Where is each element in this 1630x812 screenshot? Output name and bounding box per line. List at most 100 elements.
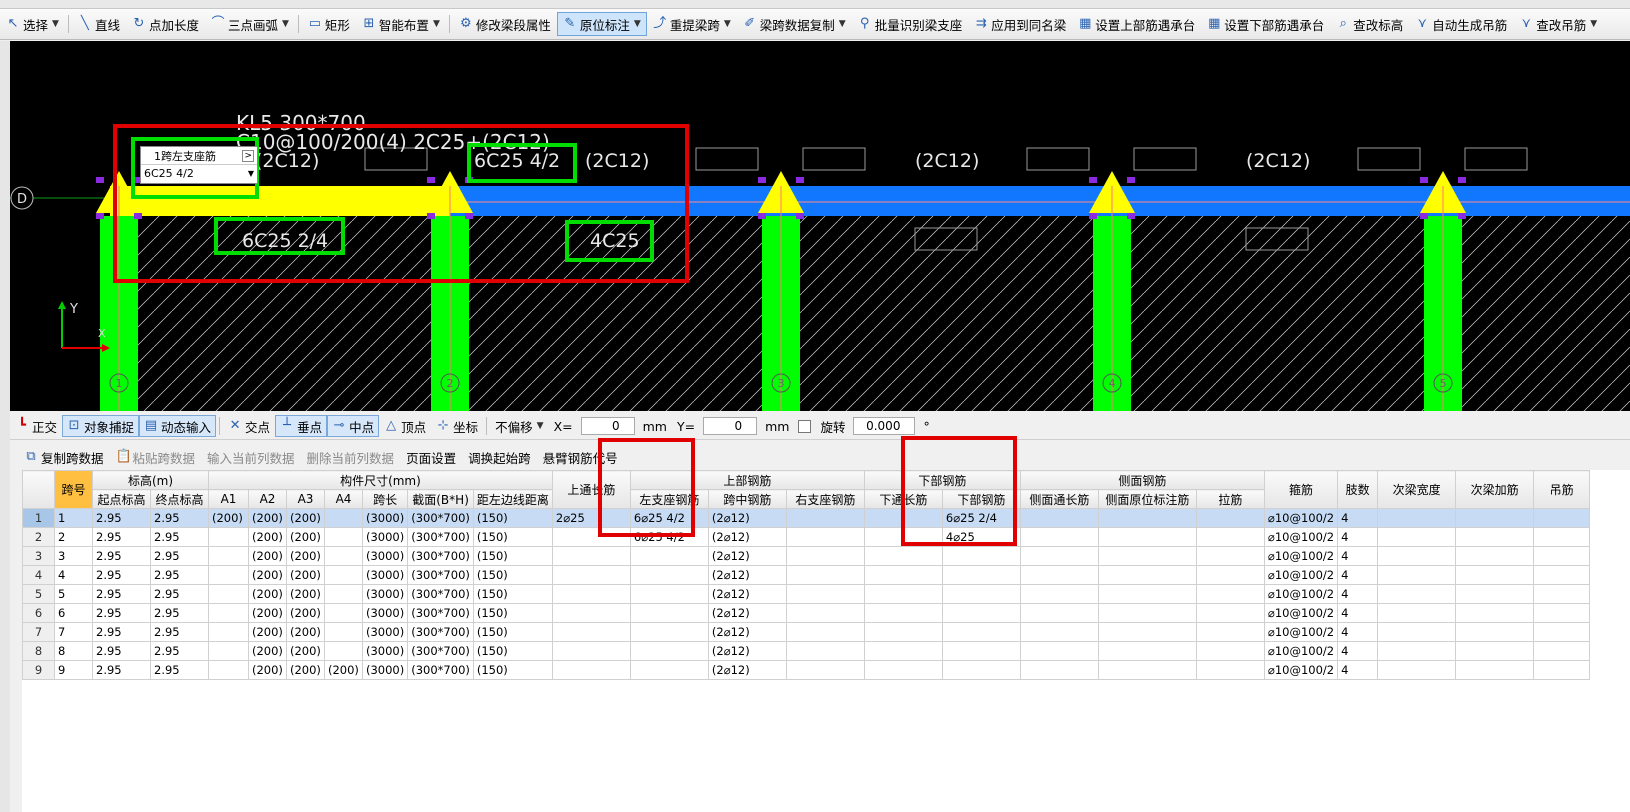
- col-top-through[interactable]: 上通长筋: [551, 470, 631, 509]
- drawing-canvas[interactable]: D 1 2 3 4 5 KL5 300*700 C10@100/200(4) 2…: [10, 41, 1630, 411]
- table-row[interactable]: 7 7 2.95 2.95 (200) (200) (3000) (300*700) (150)…: [22, 622, 1591, 642]
- copy-span-button[interactable]: ✐ 梁跨数据复制 ▼: [737, 12, 852, 36]
- table-cell[interactable]: [1455, 546, 1535, 566]
- table-cell[interactable]: [1019, 565, 1099, 585]
- table-cell[interactable]: [1533, 565, 1591, 585]
- table-cell[interactable]: (200): [286, 641, 325, 661]
- table-row[interactable]: 4 4 2.95 2.95 (200) (200) (3000) (300*700) (150)…: [22, 565, 1591, 585]
- midpoint-snap[interactable]: ⊸ 中点: [327, 415, 380, 437]
- ortho-toggle[interactable]: ┗ 正交: [10, 415, 62, 437]
- table-cell[interactable]: [785, 603, 865, 623]
- table-cell[interactable]: (3000): [361, 508, 409, 528]
- col-start-elev[interactable]: 起点标高: [92, 489, 151, 509]
- table-cell[interactable]: ⌀10@100/2: [1263, 660, 1339, 680]
- col-end-elev[interactable]: 终点标高: [150, 489, 209, 509]
- table-cell[interactable]: (3000): [361, 641, 409, 661]
- col-a1[interactable]: A1: [208, 489, 249, 509]
- table-cell[interactable]: [1455, 527, 1535, 547]
- column-1[interactable]: 1: [96, 171, 142, 411]
- table-cell[interactable]: 2: [54, 527, 93, 547]
- delete-column-button[interactable]: 删除当前列数据: [301, 448, 401, 467]
- table-cell[interactable]: [1195, 508, 1265, 528]
- table-cell[interactable]: [785, 641, 865, 661]
- table-cell[interactable]: (2⌀12): [707, 603, 787, 623]
- table-cell[interactable]: [1377, 527, 1457, 547]
- table-cell[interactable]: [551, 603, 631, 623]
- table-cell[interactable]: [551, 641, 631, 661]
- table-row[interactable]: 3 3 2.95 2.95 (200) (200) (3000) (300*700) (150)…: [22, 546, 1591, 566]
- table-row[interactable]: 2 2 2.95 2.95 (200) (200) (3000) (300*700) (150)…: [22, 527, 1591, 547]
- table-cell[interactable]: [1533, 584, 1591, 604]
- table-cell[interactable]: (2⌀12): [707, 641, 787, 661]
- table-cell[interactable]: [208, 584, 249, 604]
- respan-button[interactable]: ⤴ 重提梁跨 ▼: [647, 12, 737, 36]
- table-cell[interactable]: (150): [472, 546, 553, 566]
- col-left-distance[interactable]: 距左边线距离: [472, 489, 553, 509]
- annotation-popup[interactable]: 1跨左支座筋 > 6C25 4/2 ▼: [140, 146, 258, 184]
- table-cell[interactable]: [1097, 508, 1197, 528]
- table-cell[interactable]: [1097, 622, 1197, 642]
- table-cell[interactable]: [1019, 527, 1099, 547]
- table-cell[interactable]: (200): [248, 660, 287, 680]
- table-cell[interactable]: (300*700): [407, 660, 474, 680]
- table-cell[interactable]: 3: [54, 546, 93, 566]
- table-cell[interactable]: [1019, 546, 1099, 566]
- table-cell[interactable]: (150): [472, 641, 553, 661]
- table-cell[interactable]: [785, 565, 865, 585]
- table-cell[interactable]: 4: [1337, 603, 1379, 623]
- table-cell[interactable]: [941, 546, 1021, 566]
- rotate-checkbox[interactable]: [798, 419, 812, 433]
- table-cell[interactable]: [1455, 584, 1535, 604]
- table-cell[interactable]: (200): [286, 660, 325, 680]
- table-cell[interactable]: [551, 546, 631, 566]
- table-cell[interactable]: [629, 660, 709, 680]
- table-cell[interactable]: 2.95: [150, 603, 209, 623]
- col-hanger[interactable]: 吊筋: [1533, 470, 1591, 509]
- table-cell[interactable]: 2.95: [92, 660, 151, 680]
- table-cell[interactable]: [941, 584, 1021, 604]
- table-cell[interactable]: (300*700): [407, 584, 474, 604]
- table-cell[interactable]: 2.95: [92, 584, 151, 604]
- table-cell[interactable]: 6⌀25 4/2: [629, 508, 709, 528]
- table-cell[interactable]: [941, 660, 1021, 680]
- col-side-original[interactable]: 侧面原位标注筋: [1097, 489, 1197, 509]
- table-cell[interactable]: (3000): [361, 565, 409, 585]
- table-cell[interactable]: 4: [1337, 508, 1379, 528]
- column-2[interactable]: 2: [427, 171, 473, 411]
- page-setup-button[interactable]: 页面设置: [400, 448, 462, 467]
- table-cell[interactable]: [551, 565, 631, 585]
- table-cell[interactable]: [863, 641, 943, 661]
- table-cell[interactable]: [1195, 584, 1265, 604]
- table-cell[interactable]: [1195, 603, 1265, 623]
- table-cell[interactable]: [1377, 603, 1457, 623]
- table-cell[interactable]: 2⌀25: [551, 508, 631, 528]
- top-annotation-4[interactable]: (2C12): [915, 150, 979, 172]
- table-cell[interactable]: [1533, 641, 1591, 661]
- table-cell[interactable]: (200): [248, 603, 287, 623]
- table-cell[interactable]: 4⌀25: [941, 527, 1021, 547]
- table-cell[interactable]: (3000): [361, 622, 409, 642]
- table-cell[interactable]: [1455, 622, 1535, 642]
- table-cell[interactable]: ⌀10@100/2: [1263, 508, 1339, 528]
- table-cell[interactable]: ⌀10@100/2: [1263, 527, 1339, 547]
- table-row[interactable]: 1 1 2.95 2.95 (200) (200) (200) (3000) (300*700)…: [22, 508, 1591, 528]
- table-cell[interactable]: (150): [472, 584, 553, 604]
- table-cell[interactable]: [208, 546, 249, 566]
- table-cell[interactable]: [208, 641, 249, 661]
- table-cell[interactable]: ⌀10@100/2: [1263, 584, 1339, 604]
- col-secondary-width[interactable]: 次梁宽度: [1377, 470, 1457, 509]
- table-cell[interactable]: [1097, 565, 1197, 585]
- table-cell[interactable]: (3000): [361, 603, 409, 623]
- col-bottom-bar[interactable]: 下部钢筋: [941, 489, 1021, 509]
- table-cell[interactable]: [208, 565, 249, 585]
- col-a2[interactable]: A2: [248, 489, 287, 509]
- table-cell[interactable]: [863, 546, 943, 566]
- column-4[interactable]: 4: [1089, 171, 1135, 411]
- table-cell[interactable]: [785, 508, 865, 528]
- table-cell[interactable]: (200): [286, 565, 325, 585]
- table-cell[interactable]: (200): [286, 508, 325, 528]
- table-cell[interactable]: 8: [54, 641, 93, 661]
- table-cell[interactable]: [1019, 641, 1099, 661]
- table-cell[interactable]: [1195, 546, 1265, 566]
- table-cell[interactable]: (300*700): [407, 622, 474, 642]
